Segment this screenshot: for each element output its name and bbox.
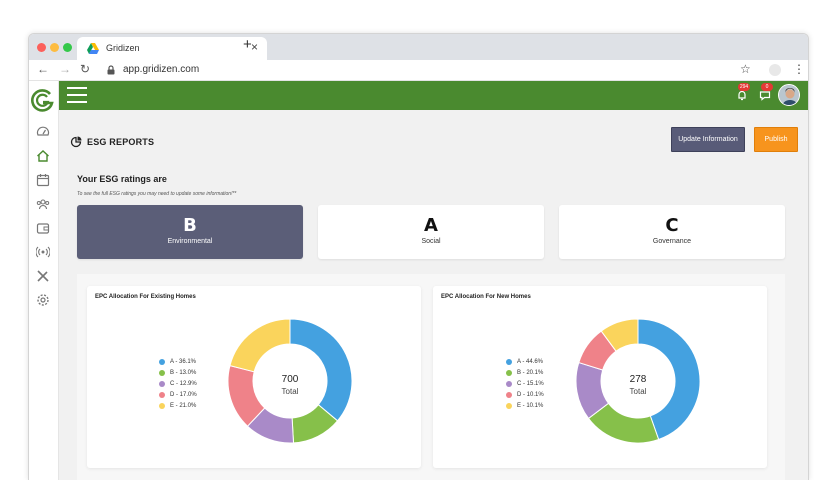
legend-item-c: C - 12.9%	[159, 378, 197, 389]
browser-profile-icon[interactable]	[769, 64, 781, 76]
chart-total-label: Total	[629, 387, 647, 396]
browser-tab[interactable]: Gridizen ×	[77, 37, 267, 60]
forward-arrow-icon[interactable]: →	[59, 62, 71, 76]
broadcast-icon[interactable]	[36, 245, 50, 259]
tab-close-icon[interactable]: ×	[251, 40, 258, 54]
app-root: 294 0 ESG REPORTS Update Information Pub…	[29, 81, 808, 480]
rating-letter: A	[424, 215, 438, 236]
notifications-bell-icon[interactable]: 294	[735, 83, 750, 102]
donut-slice-a[interactable]	[289, 318, 353, 422]
donut-slice-e[interactable]	[229, 318, 291, 373]
browser-window: Gridizen × + ← → ↻ app.gridizen.com ☆ ⋮	[28, 33, 809, 480]
maximize-window-dot[interactable]	[63, 43, 72, 52]
gridizen-logo-icon[interactable]	[31, 88, 55, 112]
dashboard-gauge-icon[interactable]	[36, 125, 50, 139]
back-arrow-icon[interactable]: ←	[37, 62, 49, 76]
pie-chart-icon	[70, 136, 82, 148]
chart-total-value: 278	[629, 374, 647, 385]
rating-label: Governance	[652, 238, 692, 245]
app-topbar: 294 0	[59, 81, 808, 110]
settings-gear-icon[interactable]	[36, 293, 50, 307]
sidebar	[29, 81, 59, 480]
publish-button[interactable]: Publish	[754, 127, 798, 152]
browser-menu-icon[interactable]: ⋮	[793, 62, 805, 76]
reload-icon[interactable]: ↻	[80, 62, 90, 76]
legend-item-e: E - 10.1%	[506, 400, 544, 411]
browser-tab-strip: Gridizen × +	[29, 34, 808, 60]
legend-item-d: D - 17.0%	[159, 389, 197, 400]
rating-card-social[interactable]: A Social	[318, 205, 544, 259]
rating-card-environmental[interactable]: B Environmental	[77, 205, 303, 259]
wallet-icon[interactable]	[36, 221, 50, 235]
chart-legend: A - 44.6% B - 20.1% C - 15.1% D - 10.1% …	[506, 356, 544, 411]
url-field[interactable]: app.gridizen.com	[123, 64, 199, 75]
ratings-note: To see the full ESG ratings you may need…	[77, 191, 237, 197]
update-information-button[interactable]: Update Information	[671, 127, 745, 152]
minimize-window-dot[interactable]	[50, 43, 59, 52]
legend-item-a: A - 36.1%	[159, 356, 197, 367]
drive-favicon-icon	[87, 43, 99, 54]
user-avatar[interactable]	[778, 84, 800, 106]
tools-icon[interactable]	[36, 269, 50, 283]
legend-item-a: A - 44.6%	[506, 356, 544, 367]
legend-item-b: B - 13.0%	[159, 367, 197, 378]
users-group-icon[interactable]	[36, 197, 50, 211]
home-icon[interactable]	[36, 149, 50, 163]
rating-label: Social	[421, 238, 441, 245]
notification-count-badge: 294	[738, 83, 750, 91]
rating-label: Environmental	[167, 238, 213, 245]
rating-letter: B	[183, 215, 197, 236]
legend-item-e: E - 21.0%	[159, 400, 197, 411]
ratings-heading: Your ESG ratings are	[77, 174, 167, 184]
tab-title: Gridizen	[106, 43, 140, 53]
hamburger-menu-icon[interactable]	[67, 87, 87, 104]
bookmark-star-icon[interactable]: ☆	[740, 62, 751, 76]
calendar-icon[interactable]	[36, 173, 50, 187]
chart-card-new-homes: EPC Allocation For New Homes A - 44.6% B…	[433, 286, 767, 468]
chart-card-existing-homes: EPC Allocation For Existing Homes A - 36…	[87, 286, 421, 468]
new-tab-icon[interactable]: +	[243, 36, 252, 53]
page-title: ESG REPORTS	[87, 137, 155, 147]
legend-item-c: C - 15.1%	[506, 378, 544, 389]
legend-item-d: D - 10.1%	[506, 389, 544, 400]
close-window-dot[interactable]	[37, 43, 46, 52]
rating-letter: C	[665, 215, 679, 236]
messages-icon[interactable]: 0	[758, 83, 773, 102]
message-count-badge: 0	[761, 83, 773, 91]
rating-card-governance[interactable]: C Governance	[559, 205, 785, 259]
lock-icon	[107, 65, 115, 75]
chart-legend: A - 36.1% B - 13.0% C - 12.9% D - 17.0% …	[159, 356, 197, 411]
chart-title: EPC Allocation For Existing Homes	[95, 294, 196, 300]
chart-total-value: 700	[281, 374, 299, 385]
chart-title: EPC Allocation For New Homes	[441, 294, 531, 300]
chart-total-label: Total	[281, 387, 299, 396]
legend-item-b: B - 20.1%	[506, 367, 544, 378]
address-bar: ← → ↻ app.gridizen.com ☆ ⋮	[29, 60, 808, 81]
